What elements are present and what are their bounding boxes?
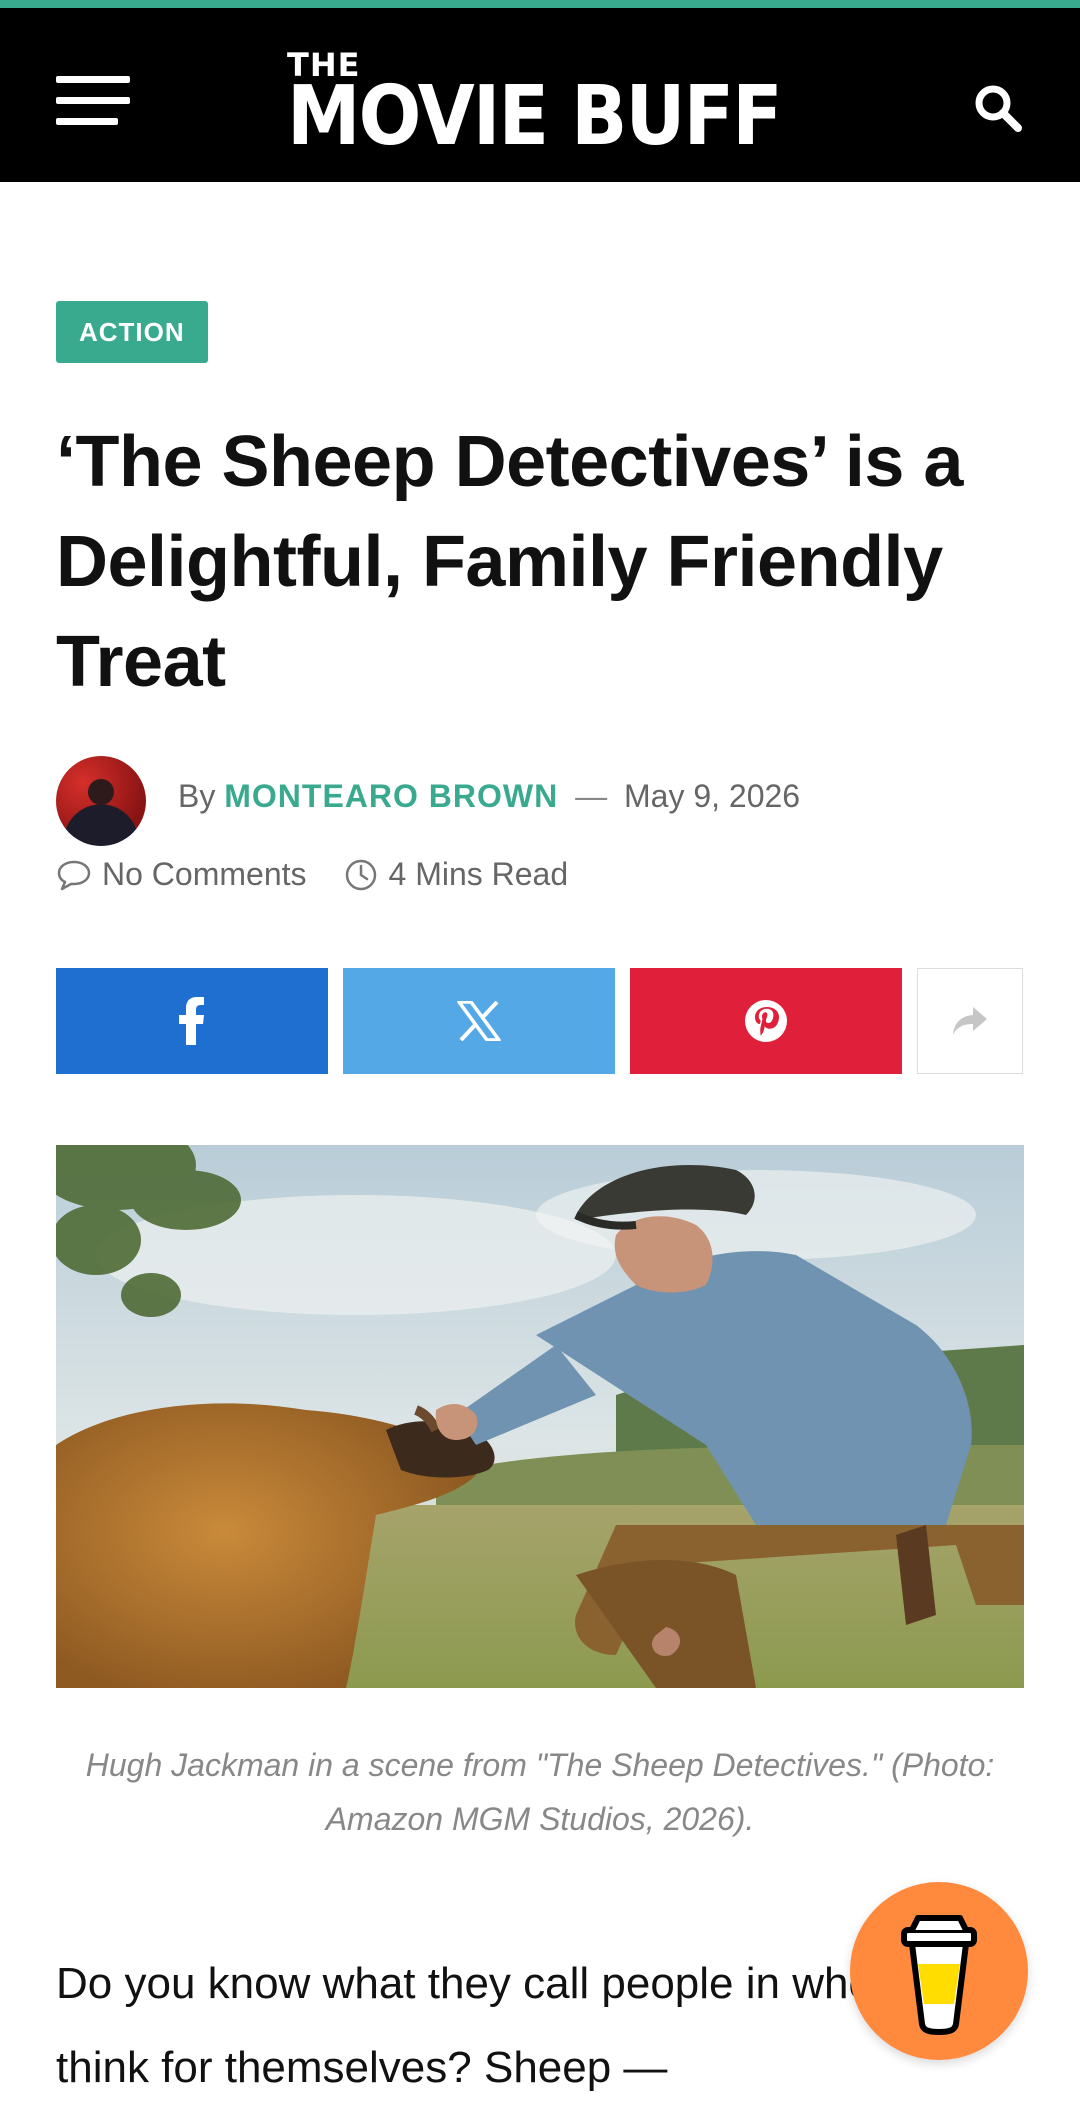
share-pinterest-button[interactable] bbox=[630, 968, 902, 1074]
comments-link[interactable]: No Comments bbox=[56, 856, 307, 893]
share-arrow-icon bbox=[953, 1007, 987, 1035]
article-hero-image[interactable] bbox=[56, 1145, 1024, 1688]
site-header: THE MOVIE BUFF bbox=[0, 8, 1080, 182]
comment-icon bbox=[57, 860, 91, 890]
pinterest-icon bbox=[745, 1000, 787, 1042]
author-avatar[interactable] bbox=[56, 756, 146, 846]
search-icon[interactable] bbox=[972, 82, 1024, 134]
share-facebook-button[interactable] bbox=[56, 968, 328, 1074]
facebook-icon bbox=[179, 997, 204, 1045]
author-link[interactable]: MONTEARO BROWN bbox=[224, 778, 558, 814]
x-icon bbox=[457, 1001, 501, 1041]
site-logo[interactable]: THE MOVIE BUFF bbox=[287, 46, 793, 164]
article-title: ‘The Sheep Detectives’ is a Delightful, … bbox=[56, 422, 963, 702]
share-x-button[interactable] bbox=[343, 968, 615, 1074]
category-badge[interactable]: ACTION bbox=[56, 301, 208, 363]
clock-icon bbox=[345, 859, 376, 890]
share-more-button[interactable] bbox=[917, 968, 1023, 1074]
read-time: 4 Mins Read bbox=[343, 856, 569, 893]
buy-me-a-coffee-button[interactable] bbox=[850, 1882, 1028, 2060]
logo-main-text: MOVIE BUFF bbox=[287, 69, 783, 164]
byline-dash: — bbox=[575, 778, 608, 814]
comments-text: No Comments bbox=[102, 856, 307, 892]
article-meta: No Comments 4 Mins Read bbox=[56, 856, 568, 893]
hamburger-menu-icon[interactable] bbox=[56, 76, 130, 126]
byline-prefix: By bbox=[178, 778, 216, 814]
image-caption: Hugh Jackman in a scene from "The Sheep … bbox=[85, 1747, 995, 1837]
publish-date: May 9, 2026 bbox=[623, 778, 801, 814]
read-time-text: 4 Mins Read bbox=[388, 856, 569, 892]
top-accent-line bbox=[0, 0, 1080, 8]
byline: By MONTEARO BROWN — May 9, 2026 bbox=[178, 778, 800, 815]
coffee-cup-icon bbox=[901, 1915, 977, 2035]
